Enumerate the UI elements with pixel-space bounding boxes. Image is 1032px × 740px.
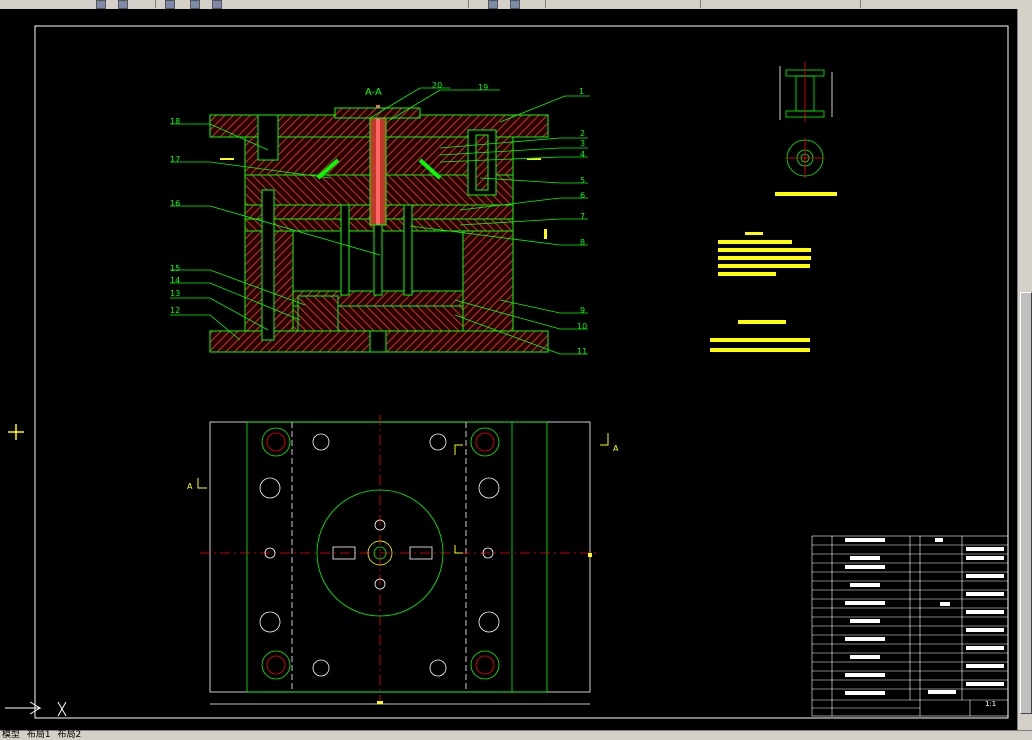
part-label-17: 17	[170, 155, 180, 164]
notes-heading	[745, 232, 763, 235]
part-label-18: 18	[170, 117, 180, 126]
note-line	[718, 256, 811, 260]
vertical-scrollbar[interactable]	[1017, 9, 1032, 730]
part-label-5: 5	[580, 176, 585, 185]
guide-pin-right	[475, 134, 489, 191]
section-marker-left: A	[187, 482, 193, 491]
part-label-13: 13	[170, 289, 180, 298]
bom-cell-text	[845, 538, 1004, 695]
part-label-9: 9	[580, 306, 585, 315]
part-label-1: 1	[579, 87, 584, 96]
screw-hole	[478, 611, 500, 633]
scale-label: 1:1	[985, 700, 996, 708]
note-line	[718, 248, 811, 252]
bolt-left	[257, 114, 279, 161]
part-label-10: 10	[577, 322, 587, 331]
sprue-channel	[376, 105, 380, 225]
layer-icon[interactable]	[96, 0, 106, 9]
part-label-4: 4	[580, 150, 585, 159]
screw-hole	[312, 659, 330, 677]
section-title: A-A	[365, 87, 382, 98]
section-view: A-A 1 2 3 4 5 6 7 8 9 10 11 12 13 14 15 …	[170, 81, 590, 356]
undo-icon[interactable]	[212, 0, 222, 9]
guide-pin-hole	[261, 427, 291, 457]
dropdown-icon[interactable]	[510, 0, 520, 9]
style-icon[interactable]	[488, 0, 498, 9]
notes-heading-2	[738, 320, 786, 324]
zoom-icon[interactable]	[165, 0, 175, 9]
title-block	[811, 535, 1009, 717]
properties-icon[interactable]	[118, 0, 128, 9]
toolbar-separator	[468, 0, 469, 8]
part-label-7: 7	[580, 212, 585, 221]
part-label-6: 6	[580, 191, 585, 200]
note-line	[718, 264, 810, 268]
section-markers: A A	[187, 433, 619, 554]
mark	[544, 229, 547, 239]
spacer-block-right	[462, 230, 514, 332]
part-label-8: 8	[580, 238, 585, 247]
part-label-12: 12	[170, 306, 180, 315]
ejector-hole	[369, 330, 387, 353]
drawing-viewport[interactable]: A-A 1 2 3 4 5 6 7 8 9 10 11 12 13 14 15 …	[0, 9, 1017, 730]
scrollbar-thumb[interactable]	[1020, 292, 1032, 714]
note-line	[710, 348, 810, 352]
screw-hole	[312, 433, 330, 451]
part-label-15: 15	[170, 264, 180, 273]
screw-hole	[429, 659, 447, 677]
toolbar-separator	[545, 0, 546, 8]
part-label-19: 19	[478, 83, 488, 92]
guide-pin-hole	[470, 427, 500, 457]
crosshair-cursor	[8, 424, 24, 440]
screw-hole	[259, 611, 281, 633]
screw-hole	[259, 477, 281, 499]
part-label-14: 14	[170, 276, 180, 285]
ejector-pin-1	[340, 204, 350, 296]
guide-pin-hole	[470, 650, 500, 680]
mark	[220, 158, 234, 160]
note-line	[710, 338, 810, 342]
note-line	[718, 272, 776, 276]
guide-pin-hole	[261, 650, 291, 680]
toolbar-separator	[700, 0, 701, 8]
screw-hole	[478, 477, 500, 499]
technical-notes	[710, 232, 811, 352]
section-marker-right: A	[613, 444, 619, 453]
guide-pin-left	[261, 189, 275, 341]
return-pin-block	[297, 295, 339, 332]
toolbar-separator	[860, 0, 861, 8]
part-label-3: 3	[580, 139, 585, 148]
ejector-pin-center	[373, 224, 383, 296]
pan-icon[interactable]	[190, 0, 200, 9]
ejector-pin-2	[403, 204, 413, 296]
part-label-20: 20	[432, 81, 442, 90]
part-label-2: 2	[580, 129, 585, 138]
plan-view	[200, 415, 600, 705]
note-line	[718, 240, 792, 244]
part-label-16: 16	[170, 199, 180, 208]
part-label-11: 11	[577, 347, 587, 356]
screw-hole	[429, 433, 447, 451]
detail-view	[775, 62, 837, 196]
cad-drawing: A-A 1 2 3 4 5 6 7 8 9 10 11 12 13 14 15 …	[5, 25, 1009, 719]
toolbar-separator	[155, 0, 156, 8]
detail-caption	[775, 192, 837, 196]
